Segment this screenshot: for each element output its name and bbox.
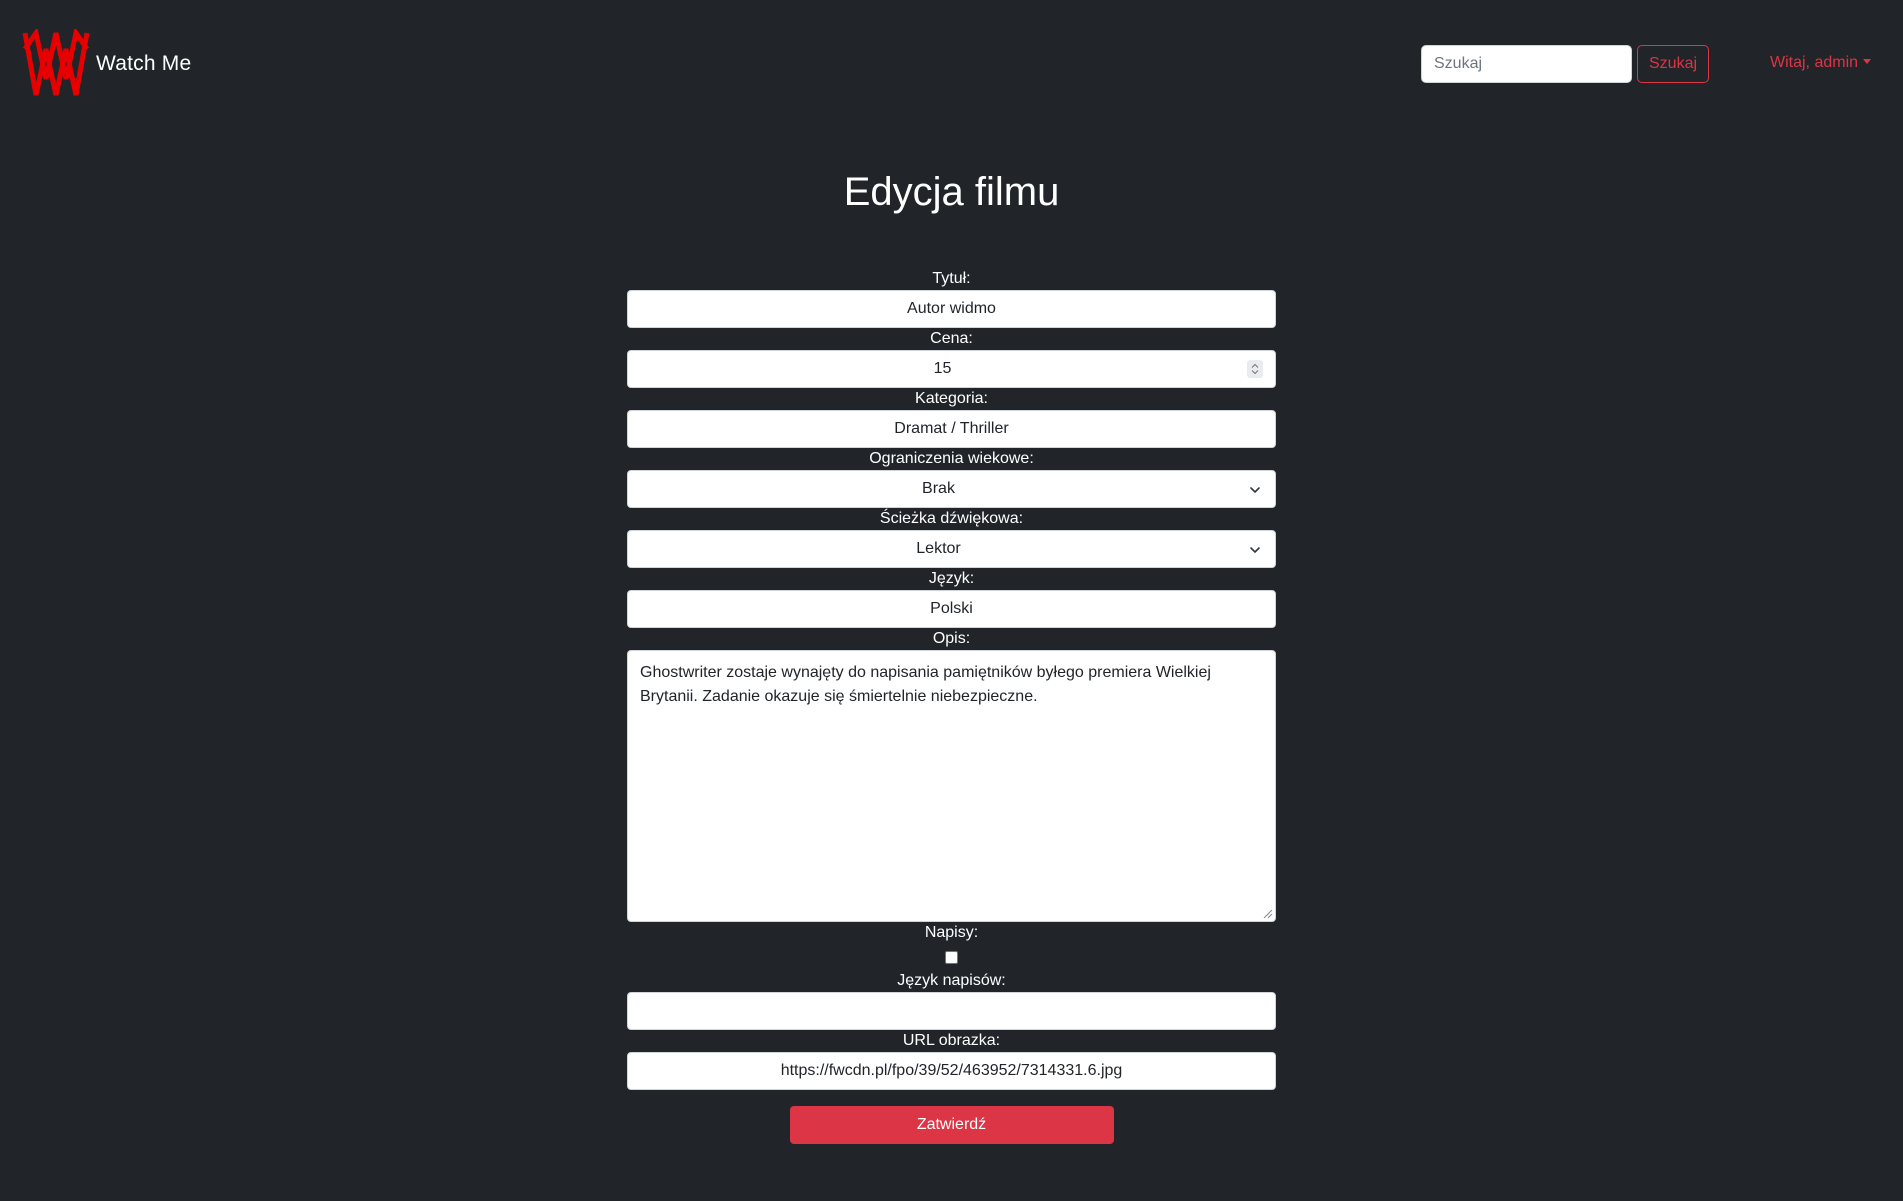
page-title: Edycja filmu <box>843 170 1060 214</box>
category-value: Dramat / Thriller <box>894 420 1009 437</box>
user-greeting: Witaj, admin <box>1770 54 1859 71</box>
navbar: Watch Me Szukaj Witaj, admin <box>0 0 1903 130</box>
edit-movie-form: Tytuł: Autor widmo Cena: 15 Kategoria: D… <box>627 268 1276 1144</box>
subtitle-language-label: Język napisów: <box>897 972 1006 989</box>
price-value: 15 <box>933 360 952 377</box>
image-url-value: https://fwcdn.pl/fpo/39/52/463952/731433… <box>780 1062 1123 1079</box>
resize-handle-icon[interactable] <box>1261 907 1273 919</box>
image-url-label: URL obrazka: <box>902 1032 1001 1049</box>
subtitles-label: Napisy: <box>924 924 979 941</box>
language-value: Polski <box>930 600 973 617</box>
soundtrack-select[interactable]: Lektor <box>627 530 1276 568</box>
price-input[interactable]: 15 <box>627 350 1276 388</box>
spinner-down-icon[interactable] <box>1251 370 1259 375</box>
watch-me-logo-icon <box>22 29 90 96</box>
search-form: Szukaj <box>1421 45 1710 83</box>
image-url-input[interactable]: https://fwcdn.pl/fpo/39/52/463952/731433… <box>627 1052 1276 1090</box>
description-value: Ghostwriter zostaje wynajęty do napisani… <box>640 664 1211 705</box>
title-label: Tytuł: <box>932 270 971 287</box>
caret-down-icon <box>1863 58 1872 64</box>
price-label: Cena: <box>930 330 973 347</box>
title-value: Autor widmo <box>907 300 996 317</box>
soundtrack-value: Lektor <box>916 540 961 557</box>
description-label: Opis: <box>932 630 971 647</box>
chevron-down-icon <box>1250 547 1260 553</box>
soundtrack-label: Ścieżka dźwiękowa: <box>879 510 1024 527</box>
age-restriction-value: Brak <box>922 480 955 497</box>
spinner-up-icon[interactable] <box>1251 363 1259 368</box>
search-input[interactable] <box>1421 45 1632 83</box>
language-input[interactable]: Polski <box>627 590 1276 628</box>
description-textarea[interactable]: Ghostwriter zostaje wynajęty do napisani… <box>627 650 1276 922</box>
main-content: Edycja filmu Tytuł: Autor widmo Cena: 15… <box>0 168 1903 1144</box>
search-button[interactable]: Szukaj <box>1637 45 1710 83</box>
subtitle-language-input[interactable] <box>627 992 1276 1030</box>
chevron-down-icon <box>1250 487 1260 493</box>
brand-name: Watch Me <box>96 52 192 75</box>
title-input[interactable]: Autor widmo <box>627 290 1276 328</box>
category-label: Kategoria: <box>915 390 988 407</box>
user-menu-dropdown[interactable]: Witaj, admin <box>1770 54 1872 72</box>
category-input[interactable]: Dramat / Thriller <box>627 410 1276 448</box>
submit-button[interactable]: Zatwierdź <box>789 1106 1114 1144</box>
number-spinner[interactable] <box>1247 360 1263 378</box>
subtitles-checkbox-wrap <box>627 944 1276 970</box>
brand-link[interactable]: Watch Me <box>22 29 191 99</box>
age-restriction-label: Ograniczenia wiekowe: <box>869 450 1034 467</box>
subtitles-checkbox[interactable] <box>945 950 958 964</box>
language-label: Język: <box>928 570 975 587</box>
age-restriction-select[interactable]: Brak <box>627 470 1276 508</box>
